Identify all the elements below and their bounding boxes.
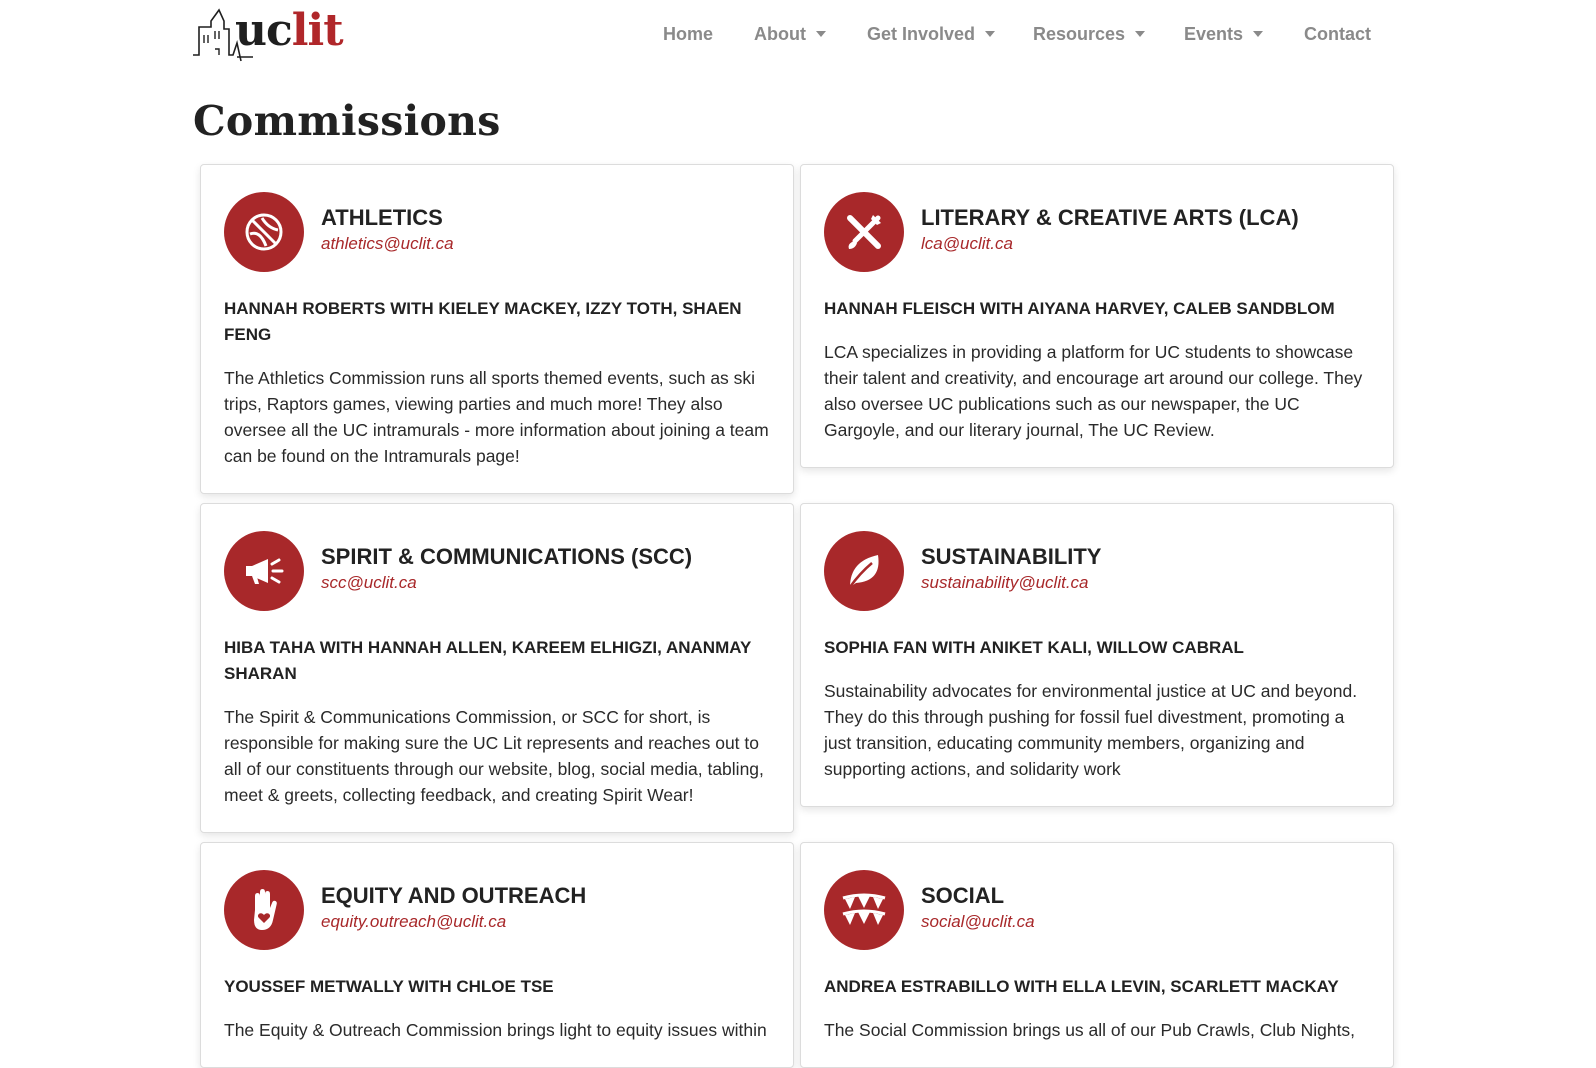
card-members: HANNAH FLEISCH WITH AIYANA HARVEY, CALEB… [824,299,1335,318]
nav-get-involved[interactable]: Get Involved [867,22,996,46]
nav-label: Resources [1033,24,1126,44]
card-header: SOCIAL social@uclit.ca [824,870,1370,950]
card-members: SOPHIA FAN WITH ANIKET KALI, WILLOW CABR… [824,638,1244,657]
email-link[interactable]: scc@uclit.ca [321,571,417,595]
card-description: The Equity & Outreach Commission brings … [224,1020,767,1040]
card-title: EQUITY AND OUTREACH [321,883,587,908]
card-description: The Social Commission brings us all of o… [824,1020,1356,1040]
nav-label: Get Involved [867,24,976,44]
commission-card-scc: SPIRIT & COMMUNICATIONS (SCC) scc@uclit.… [200,503,794,833]
basketball-icon [224,192,304,272]
card-title: SUSTAINABILITY [921,544,1102,569]
nav-resources[interactable]: Resources [1033,22,1146,46]
nav-label: About [754,24,806,44]
email-link[interactable]: sustainability@uclit.ca [921,571,1089,595]
caret-down-icon [1253,31,1264,37]
card-description: Sustainability advocates for environment… [824,681,1358,779]
card-members: HIBA TAHA WITH HANNAH ALLEN, KAREEM ELHI… [224,638,751,683]
main-nav: Home About Get Involved Resources Events… [0,22,1596,46]
card-header: ATHLETICS athletics@uclit.ca [224,192,770,272]
card-title: SOCIAL [921,883,1005,908]
caret-down-icon [815,31,826,37]
nav-label: Home [663,24,714,44]
card-title: ATHLETICS [321,205,443,230]
nav-label: Contact [1304,24,1371,44]
card-header: SUSTAINABILITY sustainability@uclit.ca [824,531,1370,611]
card-title: LITERARY & CREATIVE ARTS (LCA) [921,205,1299,230]
card-members: ANDREA ESTRABILLO WITH ELLA LEVIN, SCARL… [824,977,1339,996]
card-members: HANNAH ROBERTS WITH KIELEY MACKEY, IZZY … [224,299,742,344]
leaf-icon [824,531,904,611]
caret-down-icon [1135,31,1146,37]
page-title: Commissions [193,97,501,145]
hand-heart-icon [224,870,304,950]
card-description: The Spirit & Communications Commission, … [224,707,764,805]
commission-card-equity-outreach: EQUITY AND OUTREACH equity.outreach@ucli… [200,842,794,1068]
commission-card-social: SOCIAL social@uclit.ca ANDREA ESTRABILLO… [800,842,1394,1068]
nav-about[interactable]: About [754,22,826,46]
card-header: LITERARY & CREATIVE ARTS (LCA) lca@uclit… [824,192,1370,272]
bunting-flags-icon [824,870,904,950]
nav-home[interactable]: Home [663,22,713,46]
card-description: The Athletics Commission runs all sports… [224,368,769,466]
card-title: SPIRIT & COMMUNICATIONS (SCC) [321,544,693,569]
nav-contact[interactable]: Contact [1304,22,1371,46]
megaphone-icon [224,531,304,611]
commission-card-lca: LITERARY & CREATIVE ARTS (LCA) lca@uclit… [800,164,1394,468]
card-description: LCA specializes in providing a platform … [824,342,1363,440]
email-link[interactable]: athletics@uclit.ca [321,232,454,256]
caret-down-icon [985,31,996,37]
email-link[interactable]: lca@uclit.ca [921,232,1013,256]
commission-card-athletics: ATHLETICS athletics@uclit.ca HANNAH ROBE… [200,164,794,494]
navbar: uclit Home About Get Involved Resources … [0,0,1596,70]
nav-events[interactable]: Events [1184,22,1264,46]
email-link[interactable]: equity.outreach@uclit.ca [321,910,506,934]
card-header: EQUITY AND OUTREACH equity.outreach@ucli… [224,870,770,950]
card-members: YOUSSEF METWALLY WITH CHLOE TSE [224,977,554,996]
nav-label: Events [1184,24,1244,44]
card-header: SPIRIT & COMMUNICATIONS (SCC) scc@uclit.… [224,531,770,611]
pen-brush-crossed-icon [824,192,904,272]
email-link[interactable]: social@uclit.ca [921,910,1035,934]
commission-card-sustainability: SUSTAINABILITY sustainability@uclit.ca S… [800,503,1394,807]
